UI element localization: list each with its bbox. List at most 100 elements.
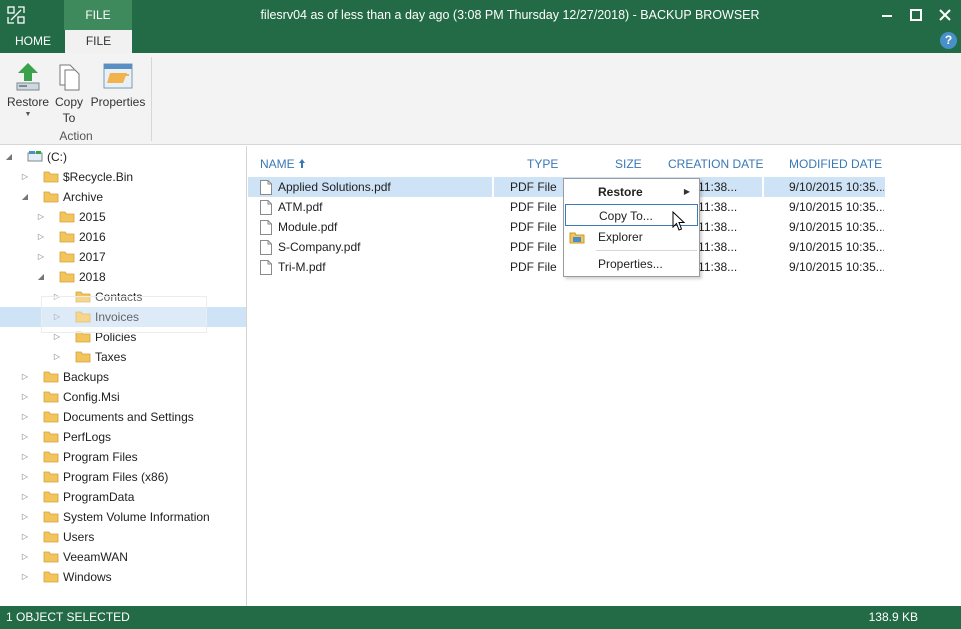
ribbon-tab-row: HOME FILE — [0, 30, 961, 53]
help-button[interactable]: ? — [940, 32, 957, 49]
tree-item-root[interactable]: ◢ (C:) — [0, 147, 246, 167]
veeam-app-icon[interactable] — [7, 6, 25, 24]
action-group-label: Action — [59, 129, 93, 143]
file-type: PDF File — [510, 200, 557, 214]
expand-icon[interactable]: ▷ — [20, 387, 30, 407]
ribbon-group-separator — [151, 57, 152, 141]
folder-tree: ◢ (C:) ▷ $Recycle.Bin ◢ Archive ▷ 2015 ▷ 2016 ▷ 2… — [0, 146, 247, 606]
tab-home[interactable]: HOME — [0, 30, 66, 53]
folder-icon — [43, 171, 59, 183]
minimize-button[interactable] — [871, 0, 903, 30]
folder-icon — [43, 411, 59, 423]
tree-item[interactable]: ▷ 2015 — [0, 207, 246, 227]
file-modified-date: 9/10/2015 10:35... — [789, 240, 884, 254]
expand-icon[interactable]: ▷ — [20, 467, 30, 487]
menu-separator — [596, 250, 697, 251]
expand-icon[interactable]: ▷ — [20, 427, 30, 447]
column-header-type[interactable]: TYPE — [527, 157, 558, 171]
column-header-creation-date[interactable]: CREATION DATE — [668, 157, 764, 171]
close-icon — [939, 9, 951, 21]
document-icon — [260, 180, 272, 195]
menu-item-restore[interactable]: Restore ▶ — [564, 181, 699, 203]
copy-to-button[interactable]: Copy To — [52, 61, 86, 126]
collapse-icon[interactable]: ◢ — [20, 187, 30, 207]
tree-item[interactable]: ▷ 2016 — [0, 227, 246, 247]
file-type: PDF File — [510, 180, 557, 194]
expand-icon[interactable]: ▷ — [36, 207, 46, 227]
tree-item[interactable]: ▷ Taxes — [0, 347, 246, 367]
restore-icon — [16, 63, 40, 91]
tree-item[interactable]: ▷ Program Files — [0, 447, 246, 467]
maximize-button[interactable] — [900, 0, 932, 30]
expand-icon[interactable]: ▷ — [20, 367, 30, 387]
tab-file[interactable]: FILE — [65, 30, 132, 53]
tree-item[interactable]: ▷ ProgramData — [0, 487, 246, 507]
restore-dropdown-icon[interactable]: ▼ — [6, 111, 50, 119]
tree-item[interactable]: ▷ Backups — [0, 367, 246, 387]
tree-item-label: Windows — [63, 570, 112, 584]
tree-item-label: 2015 — [79, 210, 106, 224]
folder-icon — [43, 391, 59, 403]
restore-label: Restore — [6, 95, 50, 109]
properties-label: Properties — [90, 95, 146, 109]
tree-item[interactable]: ▷ System Volume Information — [0, 507, 246, 527]
tree-item-label: 2018 — [79, 270, 106, 284]
tree-item[interactable]: ▷ Users — [0, 527, 246, 547]
menu-item-copy-to-label: Copy To... — [599, 209, 653, 223]
tree-item[interactable]: ▷ Windows — [0, 567, 246, 587]
tree-item-label: Taxes — [95, 350, 127, 364]
folder-icon — [59, 271, 75, 283]
tree-item[interactable]: ◢ 2018 — [0, 267, 246, 287]
expand-icon[interactable]: ▷ — [20, 167, 30, 187]
help-icon: ? — [944, 33, 953, 47]
maximize-icon — [910, 9, 922, 21]
tree-item[interactable]: ▷ PerfLogs — [0, 427, 246, 447]
expand-icon[interactable]: ▷ — [20, 567, 30, 587]
properties-icon — [103, 63, 133, 89]
folder-icon — [43, 551, 59, 563]
expand-icon[interactable]: ▷ — [20, 507, 30, 527]
tree-item[interactable]: ▷ Documents and Settings — [0, 407, 246, 427]
folder-icon — [43, 491, 59, 503]
column-header-size[interactable]: SIZE — [615, 157, 642, 171]
menu-item-explorer-label: Explorer — [598, 230, 643, 244]
folder-icon — [43, 371, 59, 383]
collapse-icon[interactable]: ◢ — [4, 147, 14, 167]
expand-icon[interactable]: ▷ — [20, 487, 30, 507]
tree-item[interactable]: ◢ Archive — [0, 187, 246, 207]
tree-item[interactable]: ▷ Program Files (x86) — [0, 467, 246, 487]
file-type: PDF File — [510, 240, 557, 254]
expand-icon[interactable]: ▷ — [36, 227, 46, 247]
collapse-icon[interactable]: ◢ — [36, 267, 46, 287]
ribbon: Restore ▼ Copy To Properties Action — [0, 53, 961, 145]
folder-icon — [43, 471, 59, 483]
menu-item-properties-label: Properties... — [598, 257, 663, 271]
column-header-name[interactable]: NAME — [260, 157, 306, 171]
close-button[interactable] — [929, 0, 961, 30]
folder-icon — [43, 191, 59, 203]
file-modified-date: 9/10/2015 10:35... — [789, 180, 884, 194]
tree-item[interactable]: ▷ VeeamWAN — [0, 547, 246, 567]
expand-icon[interactable]: ▷ — [20, 447, 30, 467]
properties-button[interactable]: Properties — [89, 61, 147, 110]
tree-item[interactable]: ▷ Config.Msi — [0, 387, 246, 407]
tree-item-label: VeeamWAN — [63, 550, 128, 564]
expand-icon[interactable]: ▷ — [20, 407, 30, 427]
tree-item-label: Config.Msi — [63, 390, 120, 404]
menu-item-properties[interactable]: Properties... — [564, 253, 699, 275]
tree-item-label: ProgramData — [63, 490, 135, 504]
expand-icon[interactable]: ▷ — [20, 547, 30, 567]
submenu-arrow-icon: ▶ — [683, 187, 690, 196]
file-name: Module.pdf — [278, 220, 338, 234]
selection-size: 138.9 KB — [868, 610, 918, 624]
restore-button[interactable]: Restore ▼ — [6, 61, 50, 119]
expand-icon[interactable]: ▷ — [52, 347, 62, 367]
expand-icon[interactable]: ▷ — [20, 527, 30, 547]
column-header-modified-date[interactable]: MODIFIED DATE — [789, 157, 882, 171]
copy-to-label-2: To — [62, 111, 76, 125]
file-name: ATM.pdf — [278, 200, 323, 214]
tree-item-label: Archive — [63, 190, 104, 204]
tree-item[interactable]: ▷ $Recycle.Bin — [0, 167, 246, 187]
expand-icon[interactable]: ▷ — [36, 247, 46, 267]
tree-item[interactable]: ▷ 2017 — [0, 247, 246, 267]
